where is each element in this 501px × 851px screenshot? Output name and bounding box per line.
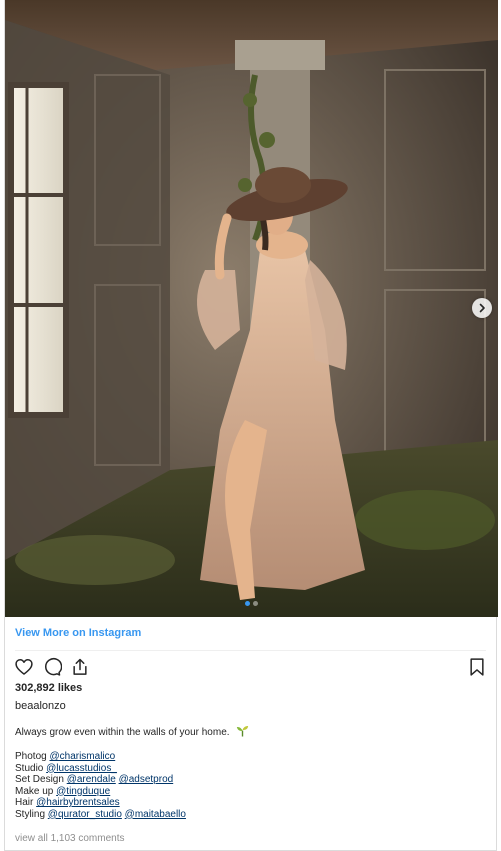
mention-link[interactable]: @hairbybrentsales [36,797,120,808]
mention-link[interactable]: @tingduque [56,786,110,797]
credit-line: Make up @tingduque [15,786,186,798]
seedling-icon [237,725,249,737]
post-photo[interactable] [5,0,498,617]
credit-label: Hair [15,797,34,808]
comment-button[interactable] [41,656,63,678]
like-button[interactable] [13,656,35,678]
credit-label: Styling [15,808,46,820]
mention-link[interactable]: @qurator_studio [48,809,122,820]
carousel-dots [5,601,498,606]
credit-label: Photog [15,751,47,762]
view-all-comments-link[interactable]: view all 1,103 comments [15,833,125,844]
mention-link[interactable]: @charismalico [49,751,115,762]
caption-text: Always grow even within the walls of you… [15,727,230,738]
chevron-right-icon [479,303,485,313]
instagram-embed-card: View More on Instagram 302,892 likes bea… [4,0,498,851]
credit-line: Studio @lucasstudios_ [15,763,186,775]
credit-label: Set Design [15,774,64,785]
mention-link[interactable]: @arendale [67,774,116,785]
like-count: 302,892 likes [15,682,83,694]
mention-link[interactable]: @adsetprod [119,774,174,785]
view-more-on-instagram-link[interactable]: View More on Instagram [15,627,141,639]
save-button[interactable] [466,656,488,678]
credit-line: Set Design @arendale @adsetprod [15,774,186,786]
post-username[interactable]: beaalonzo [15,700,66,712]
comment-icon [44,658,62,676]
credit-line: Photog @charismalico [15,751,186,763]
photo-illustration [5,0,498,617]
credit-line: Styling @qurator_studio @maitabaello [15,809,186,821]
carousel-dot-1[interactable] [245,601,250,606]
credit-label: Studio [15,762,44,774]
mention-link[interactable]: @maitabaello [125,809,186,820]
bookmark-icon [470,658,484,676]
carousel-dot-2[interactable] [253,601,258,606]
carousel-next-button[interactable] [472,298,492,318]
credit-label: Make up [15,785,54,797]
caption-credits: Photog @charismalico Studio @lucasstudio… [15,751,186,820]
caption: Always grow even within the walls of you… [15,725,249,738]
mention-link[interactable]: @lucasstudios_ [46,763,117,774]
action-bar [13,656,91,678]
credit-line: Hair @hairbybrentsales [15,797,186,809]
heart-icon [15,659,33,675]
share-icon [73,658,87,675]
divider [15,650,486,651]
share-button[interactable] [69,656,91,678]
